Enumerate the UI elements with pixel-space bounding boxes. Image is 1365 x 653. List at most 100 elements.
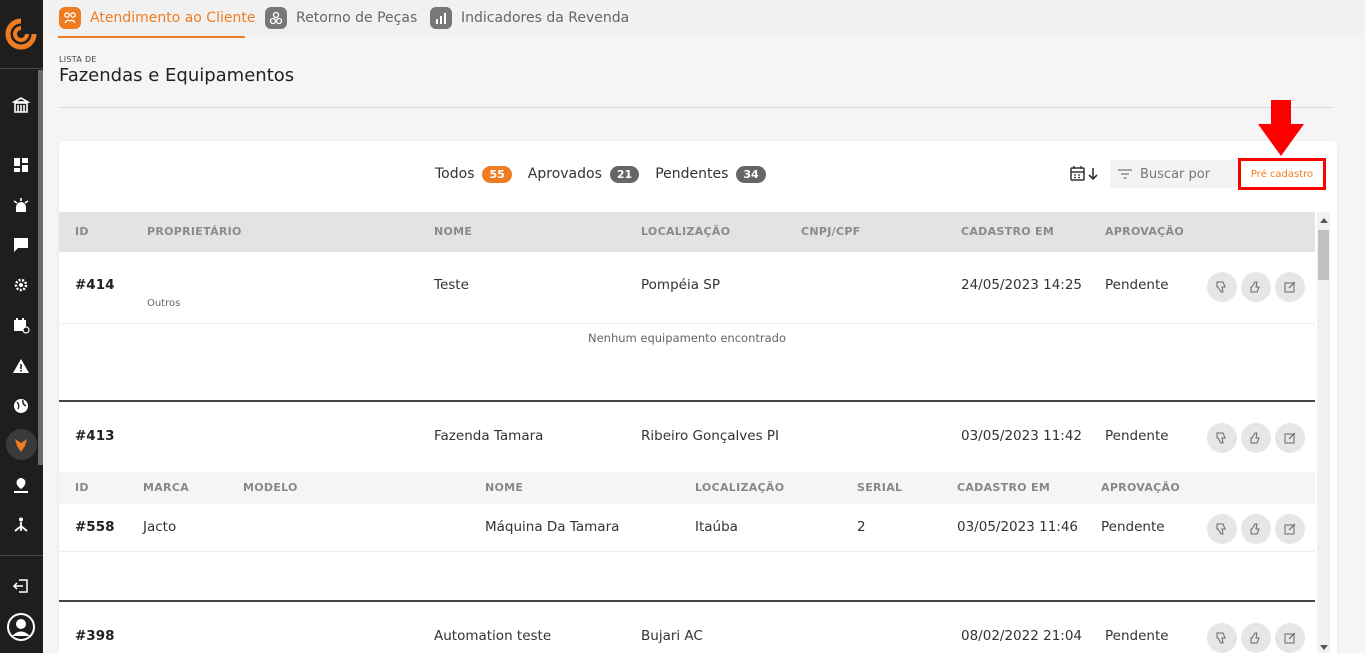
date-sort-button[interactable] [1070, 163, 1102, 185]
alarm-icon [13, 198, 29, 212]
equipment-brand: Jacto [143, 519, 177, 535]
equipment-id[interactable]: #558 [75, 519, 115, 535]
sidebar-item-hierarchy[interactable] [9, 513, 33, 537]
sidebar-item-store[interactable] [9, 93, 33, 117]
equipment-header-location[interactable]: LOCALIZAÇÃO [695, 472, 784, 504]
column-header-created[interactable]: CADASTRO EM [961, 212, 1054, 252]
empty-equipment-message: Nenhum equipamento encontrado [587, 331, 786, 345]
farm-icon [15, 439, 27, 452]
edit-button[interactable] [1275, 623, 1305, 653]
farm-location: Ribeiro Gonçalves PI [641, 428, 780, 444]
company-logo-icon[interactable] [5, 18, 37, 50]
thumbs-up-icon [1250, 281, 1260, 293]
approve-button[interactable] [1241, 272, 1271, 302]
column-header-name[interactable]: NOME [434, 212, 472, 252]
sidebar-scrollbar[interactable] [38, 70, 43, 465]
edit-button[interactable] [1275, 272, 1305, 302]
farm-id[interactable]: #398 [75, 628, 115, 644]
filter-pendentes[interactable]: Pendentes 34 [655, 165, 766, 183]
warning-icon [13, 359, 29, 373]
gear-icon [14, 278, 28, 292]
equipment-header-brand[interactable]: MARCA [143, 472, 189, 504]
logout-icon [12, 579, 28, 593]
pre-cadastro-button[interactable]: Pré cadastro [1238, 158, 1326, 190]
count-badge: 55 [482, 165, 512, 183]
thumbs-up-icon [1250, 523, 1260, 535]
scroll-up-arrow-icon[interactable] [1320, 218, 1328, 223]
equipment-header-approval[interactable]: APROVAÇÃO [1101, 472, 1180, 504]
row-divider [59, 323, 1315, 324]
parts-return-icon [265, 7, 287, 29]
reject-button[interactable] [1207, 623, 1237, 653]
equipment-header-model[interactable]: MODELO [243, 472, 298, 504]
edit-button[interactable] [1275, 514, 1305, 544]
tab-atendimento[interactable]: Atendimento ao Cliente [59, 5, 255, 31]
sidebar-item-location[interactable] [9, 474, 33, 498]
table-scrollbar[interactable] [1317, 212, 1330, 653]
user-avatar-icon [7, 613, 35, 641]
reject-button[interactable] [1207, 514, 1237, 544]
sidebar-item-settings[interactable] [9, 273, 33, 297]
filter-label: Aprovados [527, 166, 602, 182]
edit-button[interactable] [1275, 423, 1305, 453]
equipment-serial: 2 [857, 519, 866, 535]
equipment-table-header: ID MARCA MODELO NOME LOCALIZAÇÃO SERIAL … [59, 472, 1315, 504]
column-header-owner[interactable]: PROPRIETÁRIO [147, 212, 242, 252]
count-badge: 34 [736, 165, 766, 183]
reject-button[interactable] [1207, 272, 1237, 302]
equipment-header-created[interactable]: CADASTRO EM [957, 472, 1050, 504]
column-header-id[interactable]: ID [75, 212, 89, 252]
sidebar-item-alarm[interactable] [9, 194, 33, 218]
approve-button[interactable] [1241, 423, 1271, 453]
farm-status: Pendente [1105, 277, 1169, 293]
sidebar-item-profile[interactable] [6, 612, 36, 642]
farm-id[interactable]: #413 [75, 428, 115, 444]
globe-icon [14, 399, 28, 413]
search-input[interactable] [1140, 166, 1236, 182]
farm-location: Bujari AC [641, 628, 703, 644]
farm-status: Pendente [1105, 428, 1169, 444]
calendar-icon [14, 318, 30, 334]
reject-button[interactable] [1207, 423, 1237, 453]
tab-label: Atendimento ao Cliente [90, 10, 256, 26]
column-header-location[interactable]: LOCALIZAÇÃO [641, 212, 730, 252]
sidebar-item-globe[interactable] [9, 394, 33, 418]
equipment-header-id[interactable]: ID [75, 472, 89, 504]
bar-chart-icon [430, 7, 452, 29]
approve-button[interactable] [1241, 623, 1271, 653]
thumbs-down-icon [1216, 523, 1226, 535]
column-header-document[interactable]: CNPJ/CPF [801, 212, 861, 252]
filter-aprovados[interactable]: Aprovados 21 [527, 165, 640, 183]
farm-id[interactable]: #414 [75, 277, 115, 293]
sidebar-item-warning[interactable] [9, 354, 33, 378]
equipment-header-name[interactable]: NOME [485, 472, 523, 504]
heading-divider [59, 107, 1332, 108]
table-header: ID PROPRIETÁRIO NOME LOCALIZAÇÃO CNPJ/CP… [59, 212, 1315, 252]
tab-indicadores[interactable]: Indicadores da Revenda [430, 5, 629, 31]
sidebar-item-dashboard[interactable] [9, 153, 33, 177]
sidebar-item-chat[interactable] [9, 233, 33, 257]
location-pin-icon [14, 478, 28, 493]
tab-retorno-pecas[interactable]: Retorno de Peças [265, 5, 417, 31]
edit-icon [1284, 632, 1296, 644]
column-header-approval[interactable]: APROVAÇÃO [1105, 212, 1184, 252]
farm-name: Fazenda Tamara [434, 428, 544, 444]
equipment-header-serial[interactable]: SERIAL [857, 472, 902, 504]
page-title: Fazendas e Equipamentos [59, 65, 295, 86]
approve-button[interactable] [1241, 514, 1271, 544]
scroll-down-arrow-icon[interactable] [1320, 645, 1328, 650]
filter-label: Pendentes [655, 166, 729, 182]
red-arrow-annotation-icon [1258, 100, 1304, 156]
thumbs-up-icon [1250, 432, 1260, 444]
sidebar-item-logout[interactable] [9, 574, 33, 598]
scrollbar-thumb[interactable] [1318, 230, 1329, 280]
sidebar-item-calendar[interactable] [9, 313, 33, 337]
edit-icon [1284, 432, 1296, 444]
active-tab-underline [58, 36, 245, 38]
filter-todos[interactable]: Todos 55 [435, 165, 512, 183]
farm-owner-subtext: Outros [147, 298, 181, 309]
thumbs-up-icon [1250, 632, 1260, 644]
sidebar-divider [0, 555, 43, 556]
sidebar [0, 0, 43, 653]
sidebar-item-farms[interactable] [9, 433, 33, 457]
